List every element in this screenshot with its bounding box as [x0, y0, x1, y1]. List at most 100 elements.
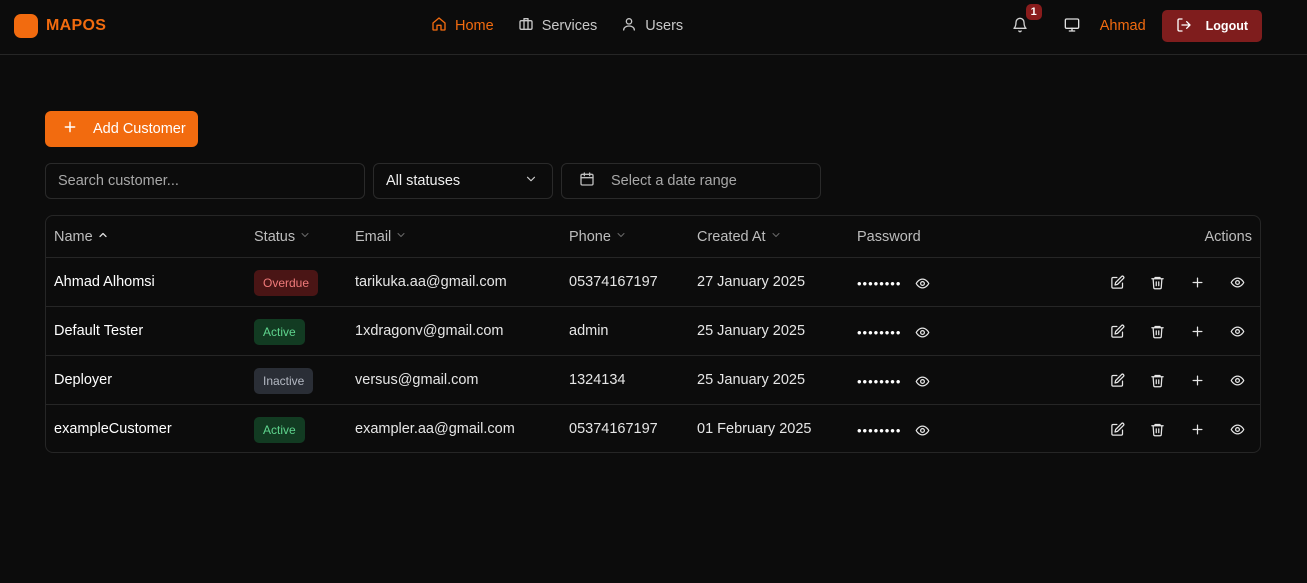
- status-filter-value: All statuses: [386, 173, 461, 189]
- view-eye-icon[interactable]: [1228, 371, 1246, 389]
- trash-icon[interactable]: [1148, 273, 1166, 291]
- customer-email: versus@gmail.com: [355, 372, 479, 388]
- logout-button[interactable]: Logout: [1161, 10, 1262, 42]
- table-row: exampleCustomer Active exampler.aa@gmail…: [46, 405, 1260, 452]
- customer-name: Deployer: [54, 372, 113, 388]
- column-header-email[interactable]: Email: [355, 229, 407, 245]
- date-range-placeholder: Select a date range: [611, 173, 737, 189]
- masked-password: ••••••••: [857, 324, 902, 340]
- chevron-down-icon: [770, 229, 782, 245]
- nav-item-home[interactable]: Home: [431, 16, 494, 36]
- monitor-icon: [1064, 17, 1080, 36]
- row-actions: [1108, 420, 1246, 438]
- trash-icon[interactable]: [1148, 420, 1166, 438]
- password-cell: ••••••••: [857, 274, 931, 292]
- briefcase-icon: [518, 16, 534, 36]
- column-header-label: Email: [355, 229, 392, 245]
- notification-badge: 1: [1025, 4, 1042, 20]
- customer-email: exampler.aa@gmail.com: [355, 421, 515, 437]
- edit-icon[interactable]: [1108, 371, 1126, 389]
- view-eye-icon[interactable]: [1228, 273, 1246, 291]
- customer-phone: admin: [569, 323, 609, 339]
- status-badge: Overdue: [254, 270, 319, 296]
- created-at: 25 January 2025: [697, 323, 806, 339]
- customer-phone: 05374167197: [569, 274, 658, 290]
- column-header-label: Actions: [1204, 229, 1252, 245]
- chevron-down-icon: [524, 172, 538, 190]
- created-at: 25 January 2025: [697, 372, 806, 388]
- header-actions: 1 Ahmad Logout: [1004, 4, 1262, 42]
- nav-item-users[interactable]: Users: [621, 16, 683, 36]
- masked-password: ••••••••: [857, 373, 902, 389]
- show-password-eye-icon[interactable]: [913, 421, 931, 439]
- status-filter-select[interactable]: All statuses: [373, 163, 553, 199]
- plus-icon: [63, 120, 77, 138]
- customer-email: 1xdragonv@gmail.com: [355, 323, 504, 339]
- trash-icon[interactable]: [1148, 371, 1166, 389]
- row-actions: [1108, 322, 1246, 340]
- display-toggle-button[interactable]: [1056, 10, 1088, 42]
- masked-password: ••••••••: [857, 422, 902, 438]
- column-header-label: Name: [54, 229, 93, 245]
- show-password-eye-icon[interactable]: [913, 372, 931, 390]
- chevron-down-icon: [615, 229, 627, 245]
- column-header-label: Phone: [569, 229, 611, 245]
- home-icon: [431, 16, 447, 36]
- plus-icon[interactable]: [1188, 420, 1206, 438]
- status-badge: Active: [254, 417, 305, 443]
- view-eye-icon[interactable]: [1228, 322, 1246, 340]
- view-eye-icon[interactable]: [1228, 420, 1246, 438]
- edit-icon[interactable]: [1108, 420, 1126, 438]
- logout-label: Logout: [1205, 19, 1248, 33]
- customer-name: exampleCustomer: [54, 421, 172, 437]
- customer-name: Ahmad Alhomsi: [54, 274, 155, 290]
- brand-name: MAPOS: [46, 17, 107, 34]
- nav-item-services[interactable]: Services: [518, 16, 598, 36]
- brand-logo: [14, 14, 38, 38]
- column-header-created-at[interactable]: Created At: [697, 229, 782, 245]
- status-badge: Inactive: [254, 368, 314, 394]
- plus-icon[interactable]: [1188, 322, 1206, 340]
- date-range-picker[interactable]: Select a date range: [561, 163, 821, 199]
- user-icon: [621, 16, 637, 36]
- show-password-eye-icon[interactable]: [913, 323, 931, 341]
- column-header-status[interactable]: Status: [254, 229, 311, 245]
- bell-icon: [1012, 17, 1028, 36]
- nav-item-label: Home: [455, 18, 494, 34]
- show-password-eye-icon[interactable]: [913, 274, 931, 292]
- table-row: Default Tester Active 1xdragonv@gmail.co…: [46, 307, 1260, 356]
- customer-name: Default Tester: [54, 323, 144, 339]
- add-customer-button[interactable]: Add Customer: [45, 111, 198, 147]
- search-input[interactable]: [45, 163, 365, 199]
- calendar-icon: [579, 171, 595, 191]
- trash-icon[interactable]: [1148, 322, 1166, 340]
- column-header-password: Password: [857, 229, 921, 245]
- plus-icon[interactable]: [1188, 273, 1206, 291]
- nav-item-label: Services: [541, 18, 598, 34]
- column-header-label: Status: [254, 229, 296, 245]
- created-at: 27 January 2025: [697, 274, 806, 290]
- brand[interactable]: MAPOS: [14, 14, 106, 38]
- column-header-phone[interactable]: Phone: [569, 229, 627, 245]
- user-name[interactable]: Ahmad: [1100, 18, 1146, 34]
- table-header: Name Status Email Phone Created At Passw…: [46, 216, 1260, 258]
- chevron-up-icon: [97, 229, 109, 245]
- table-row: Deployer Inactive versus@gmail.com 13241…: [46, 356, 1260, 405]
- main-nav: Home Services Users: [431, 16, 683, 36]
- plus-icon[interactable]: [1188, 371, 1206, 389]
- row-actions: [1108, 371, 1246, 389]
- edit-icon[interactable]: [1108, 273, 1126, 291]
- column-header-actions: Actions: [1204, 229, 1252, 245]
- password-cell: ••••••••: [857, 372, 931, 390]
- notifications-button[interactable]: 1: [1004, 4, 1042, 42]
- top-bar: MAPOS Home Services Users 1 Ahmad Logout: [0, 0, 1307, 55]
- logout-icon: [1176, 17, 1192, 36]
- password-cell: ••••••••: [857, 421, 931, 439]
- column-header-name[interactable]: Name: [54, 229, 109, 245]
- customer-phone: 05374167197: [569, 421, 658, 437]
- customers-table: Name Status Email Phone Created At Passw…: [45, 215, 1261, 453]
- customer-phone: 1324134: [569, 372, 626, 388]
- edit-icon[interactable]: [1108, 322, 1126, 340]
- chevron-down-icon: [395, 229, 407, 245]
- password-cell: ••••••••: [857, 323, 931, 341]
